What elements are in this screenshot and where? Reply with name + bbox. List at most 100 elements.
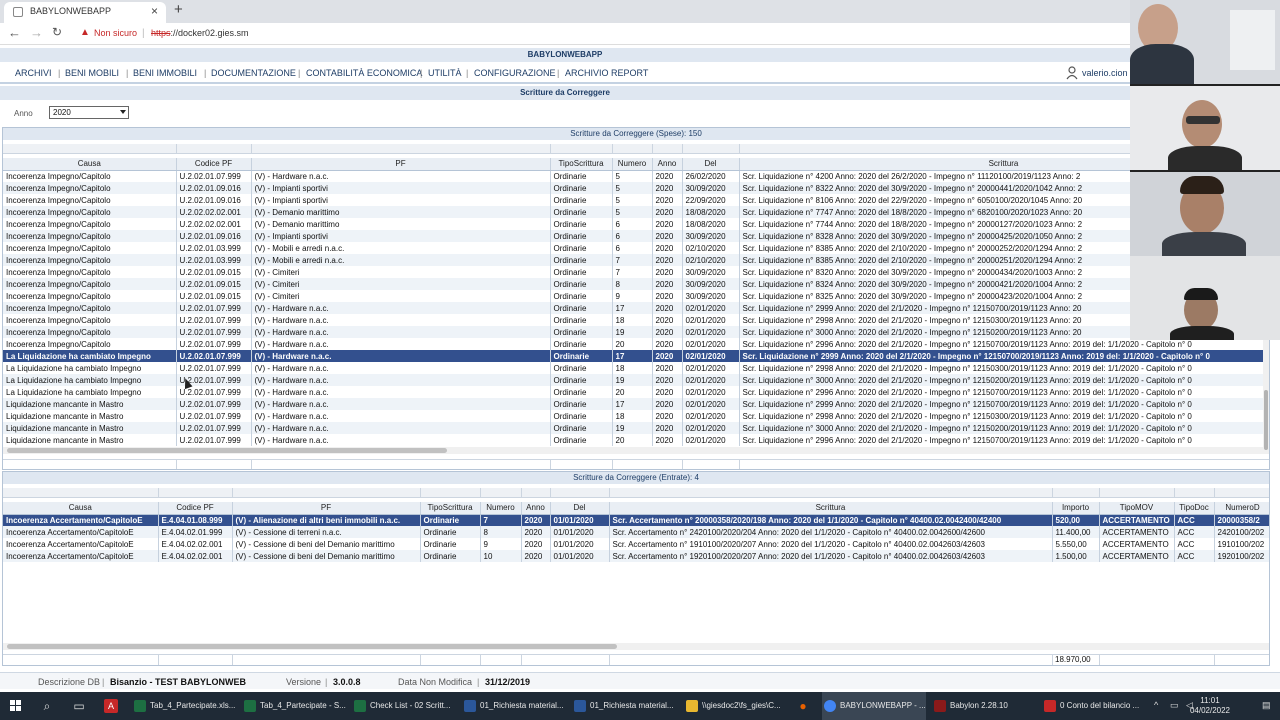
spese-table-row[interactable]: Incoerenza Impegno/Capitolo U.2.02.01.09.… (3, 182, 1269, 194)
entrate-col-tipo-mov[interactable]: TipoMOV (1099, 502, 1175, 515)
entrate-col-scrittura[interactable]: Scrittura (609, 502, 1053, 515)
taskbar-item-explorer[interactable]: \\giesdoc2\fs_gies\C... (684, 692, 788, 720)
reload-icon[interactable]: ↻ (52, 25, 62, 39)
spese-table-row[interactable]: Liquidazione mancante in Mastro U.2.02.01… (3, 434, 1269, 446)
taskbar-item-excel-2[interactable]: Tab_4_Partecipate - S... (242, 692, 346, 720)
menu-beni-mobili[interactable]: BENI MOBILI (65, 68, 119, 78)
entrate-col-anno[interactable]: Anno (521, 502, 551, 515)
video-tile-1[interactable] (1130, 0, 1280, 84)
spese-table-row[interactable]: Incoerenza Impegno/Capitolo U.2.02.01.07.… (3, 338, 1269, 350)
entrate-col-tipo-scrittura[interactable]: TipoScrittura (420, 502, 481, 515)
browser-tab[interactable]: BABYLONWEBAPP × (4, 2, 166, 23)
spese-table-row[interactable]: Incoerenza Impegno/Capitolo U.2.02.01.03.… (3, 254, 1269, 266)
spese-col-tipo-scrittura[interactable]: TipoScrittura (550, 158, 613, 171)
spese-col-anno[interactable]: Anno (652, 158, 683, 171)
menu-documentazione[interactable]: DOCUMENTAZIONE (211, 68, 296, 78)
entrate-col-del[interactable]: Del (550, 502, 610, 515)
spese-table-row[interactable]: Incoerenza Impegno/Capitolo U.2.02.01.09.… (3, 290, 1269, 302)
spese-table-row[interactable]: Incoerenza Impegno/Capitolo U.2.02.01.09.… (3, 278, 1269, 290)
entrate-col-pf[interactable]: PF (232, 502, 421, 515)
spese-table-row[interactable]: Incoerenza Impegno/Capitolo U.2.02.01.09.… (3, 194, 1269, 206)
screen: BABYLONWEBAPP × + ← → ↻ ▲ Non sicuro | h… (0, 0, 1280, 720)
taskbar-item-chrome[interactable]: BABYLONWEBAPP - ... (822, 692, 926, 720)
notification-icon[interactable]: ▤ (1262, 700, 1271, 711)
spese-col-pf[interactable]: PF (251, 158, 551, 171)
search-icon[interactable]: ⌕ (40, 699, 54, 713)
new-tab-icon[interactable]: + (174, 1, 183, 18)
scrollbar-thumb[interactable] (1264, 390, 1268, 450)
clock[interactable]: 11:01 04/02/2022 (1190, 696, 1230, 716)
not-secure-label[interactable]: Non sicuro (94, 28, 137, 38)
entrate-col-tipo-doc[interactable]: TipoDoc (1174, 502, 1215, 515)
spese-table-row[interactable]: Incoerenza Impegno/Capitolo U.2.02.01.07.… (3, 170, 1269, 182)
spese-table-row[interactable]: Liquidazione mancante in Mastro U.2.02.01… (3, 422, 1269, 434)
spese-horizontal-scrollbar[interactable] (3, 447, 1269, 454)
warning-icon[interactable]: ▲ (80, 27, 90, 38)
spese-table-row[interactable]: La Liquidazione ha cambiato Impegno U.2.0… (3, 374, 1269, 386)
menu-utilita[interactable]: UTILITÀ (428, 68, 462, 78)
acrobat-icon[interactable]: A (104, 699, 118, 713)
entrate-col-numero[interactable]: Numero (480, 502, 522, 515)
spese-cell: 18 (612, 314, 653, 326)
forward-icon[interactable]: → (30, 25, 43, 40)
menu-contabilita-economica[interactable]: CONTABILITÀ ECONOMICA (306, 68, 422, 78)
entrate-table-row[interactable]: Incoerenza Accertamento/CapitoloE E.4.04.… (3, 526, 1269, 538)
back-icon[interactable]: ← (8, 25, 21, 40)
taskbar-item-pdf[interactable]: 0 Conto del bilancio ... (1042, 692, 1146, 720)
taskbar-item-excel-1[interactable]: Tab_4_Partecipate.xls... (132, 692, 236, 720)
spese-table-row[interactable]: Incoerenza Impegno/Capitolo U.2.02.02.02.… (3, 206, 1269, 218)
taskbar-item-word-2[interactable]: 01_Richiesta material... (572, 692, 676, 720)
spese-table-row[interactable]: La Liquidazione ha cambiato Impegno U.2.0… (3, 362, 1269, 374)
menu-archivi[interactable]: ARCHIVI (15, 68, 52, 78)
spese-table-row[interactable]: Incoerenza Impegno/Capitolo U.2.02.02.02.… (3, 218, 1269, 230)
scrollbar-thumb[interactable] (7, 448, 447, 453)
taskbar-item-babylon[interactable]: Babylon 2.28.10 (932, 692, 1036, 720)
taskbar-item-word-1[interactable]: 01_Richiesta material... (462, 692, 566, 720)
spese-col-codice-pf[interactable]: Codice PF (176, 158, 252, 171)
network-icon[interactable]: ▭ (1170, 700, 1179, 711)
address-separator: | (142, 28, 145, 39)
entrate-cell: ACCERTAMENTO (1099, 550, 1175, 562)
spese-table-row[interactable]: La Liquidazione ha cambiato Impegno U.2.0… (3, 386, 1269, 398)
video-tile-4[interactable] (1130, 256, 1280, 340)
spese-col-numero[interactable]: Numero (612, 158, 653, 171)
spese-table-row[interactable]: Incoerenza Impegno/Capitolo U.2.02.01.09.… (3, 230, 1269, 242)
entrate-col-numero-doc[interactable]: NumeroD (1214, 502, 1269, 515)
spese-table-row[interactable]: Liquidazione mancante in Mastro U.2.02.01… (3, 410, 1269, 422)
entrate-horizontal-scrollbar[interactable] (3, 643, 1269, 650)
windows-start-icon[interactable] (10, 700, 22, 712)
spese-table-row[interactable]: Incoerenza Impegno/Capitolo U.2.02.01.07.… (3, 326, 1269, 338)
entrate-cell: (V) - Alienazione di altri beni immobili… (232, 514, 421, 526)
spese-col-causa[interactable]: Causa (3, 158, 177, 171)
anno-select[interactable]: 2020 (49, 106, 129, 119)
spese-table-row[interactable]: Incoerenza Impegno/Capitolo U.2.02.01.09.… (3, 266, 1269, 278)
scrollbar-thumb[interactable] (7, 644, 617, 649)
spese-col-del[interactable]: Del (682, 158, 740, 171)
firefox-icon[interactable]: ● (796, 699, 810, 713)
video-tile-3[interactable] (1130, 172, 1280, 256)
entrate-col-importo[interactable]: Importo (1052, 502, 1100, 515)
menu-configurazione[interactable]: CONFIGURAZIONE (474, 68, 556, 78)
entrate-table-row[interactable]: Incoerenza Accertamento/CapitoloE E.4.04.… (3, 538, 1269, 550)
url-field[interactable]: https://docker02.gies.sm (151, 28, 249, 38)
entrate-filter-row[interactable] (3, 488, 1269, 498)
spese-filter-row[interactable] (3, 144, 1269, 154)
task-view-icon[interactable]: ▭ (72, 699, 86, 713)
entrate-col-causa[interactable]: Causa (3, 502, 159, 515)
entrate-col-codice-pf[interactable]: Codice PF (158, 502, 233, 515)
spese-table-row[interactable]: La Liquidazione ha cambiato Impegno U.2.0… (3, 350, 1269, 362)
entrate-table-row[interactable]: Incoerenza Accertamento/CapitoloE E.4.04.… (3, 550, 1269, 562)
video-tile-2[interactable] (1130, 86, 1280, 170)
user-icon[interactable] (1066, 66, 1078, 80)
menu-beni-immobili[interactable]: BENI IMMOBILI (133, 68, 197, 78)
taskbar-item-excel-3[interactable]: Check List - 02 Scritt... (352, 692, 456, 720)
spese-table-row[interactable]: Incoerenza Impegno/Capitolo U.2.02.01.07.… (3, 314, 1269, 326)
spese-table-row[interactable]: Incoerenza Impegno/Capitolo U.2.02.01.03.… (3, 242, 1269, 254)
spese-table-row[interactable]: Liquidazione mancante in Mastro U.2.02.01… (3, 398, 1269, 410)
close-tab-icon[interactable]: × (151, 2, 158, 21)
entrate-table-row[interactable]: Incoerenza Accertamento/CapitoloE E.4.04.… (3, 514, 1269, 526)
tray-chevron-icon[interactable]: ^ (1154, 700, 1158, 710)
user-name[interactable]: valerio.cion (1082, 68, 1128, 78)
spese-table-row[interactable]: Incoerenza Impegno/Capitolo U.2.02.01.07.… (3, 302, 1269, 314)
menu-archivio-report[interactable]: ARCHIVIO REPORT (565, 68, 648, 78)
